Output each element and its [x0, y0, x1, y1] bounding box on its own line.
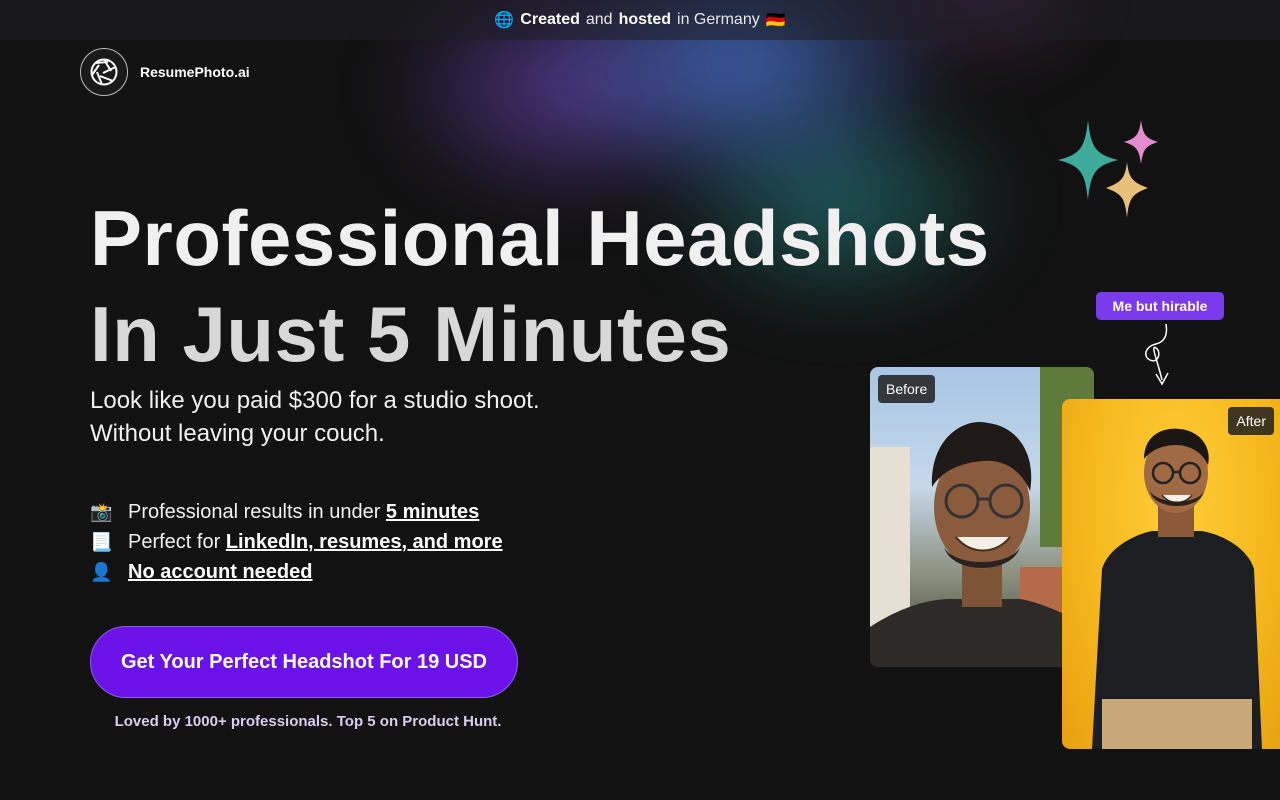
subtitle-line-1: Look like you paid $300 for a studio sho…: [90, 387, 540, 414]
aperture-icon: [80, 48, 128, 96]
feature-item-usage: 📃 Perfect for LinkedIn, resumes, and mor…: [90, 527, 503, 557]
camera-flash-icon: 📸: [90, 501, 113, 522]
user-silhouette-icon: 👤: [90, 561, 113, 582]
banner-location: in Germany: [677, 11, 760, 28]
after-label: After: [1228, 407, 1274, 435]
feature-item-account: 👤 No account needed: [90, 557, 503, 587]
curly-arrow-icon: [1145, 323, 1169, 386]
hero-subtitle: Look like you paid $300 for a studio sho…: [90, 384, 540, 450]
feature-item-speed: 📸 Professional results in under 5 minute…: [90, 497, 503, 527]
before-photo: Before: [870, 367, 1094, 667]
brand-logo-link[interactable]: ResumePhoto.ai: [80, 48, 250, 96]
feature-highlight: 5 minutes: [385, 500, 480, 523]
feature-highlight: LinkedIn, resumes, and more: [225, 530, 503, 553]
banner-created: Created: [520, 11, 580, 28]
social-proof-text: Loved by 1000+ professionals. Top 5 on P…: [114, 713, 502, 730]
banner-and: and: [585, 11, 613, 28]
feature-text: Professional results in under: [128, 500, 381, 523]
subtitle-line-2: Without leaving your couch.: [90, 420, 385, 447]
brand-name: ResumePhoto.ai: [140, 64, 250, 80]
germany-flag-icon: 🇩🇪: [765, 12, 786, 29]
document-icon: 📃: [90, 531, 113, 552]
top-banner: 🌐 Created and hosted in Germany 🇩🇪: [0, 0, 1280, 40]
after-photo: After: [1062, 399, 1280, 749]
hirable-tag: Me but hirable: [1096, 292, 1224, 320]
before-label: Before: [878, 375, 936, 403]
feature-list: 📸 Professional results in under 5 minute…: [90, 497, 503, 587]
get-headshot-button[interactable]: Get Your Perfect Headshot For 19 USD: [90, 626, 518, 698]
banner-hosted: hosted: [618, 11, 672, 28]
globe-icon: 🌐: [494, 12, 515, 29]
feature-highlight: No account needed: [128, 560, 313, 583]
headline-line-1: Professional Headshots: [90, 194, 990, 282]
sparkles-icon: [1058, 120, 1158, 218]
feature-text: Perfect for: [128, 530, 221, 553]
hero-headline: Professional Headshots In Just 5 Minutes: [90, 190, 1010, 382]
